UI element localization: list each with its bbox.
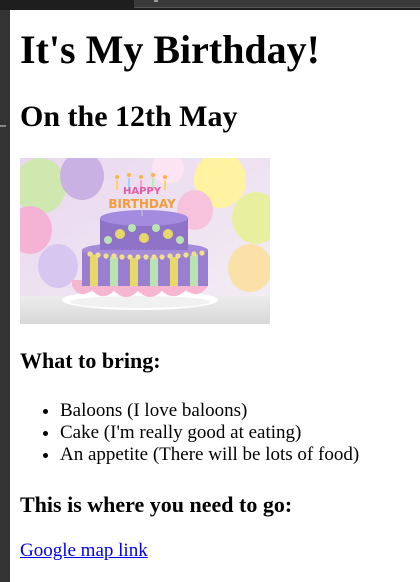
what-to-bring-heading: What to bring: bbox=[20, 348, 161, 373]
birthday-cake-image: HAPPY BIRTHDAY bbox=[20, 158, 270, 324]
page-date-heading: On the 12th May bbox=[20, 100, 238, 133]
browser-tab-strip[interactable] bbox=[134, 0, 420, 8]
cake-topper-text-line1: HAPPY bbox=[123, 186, 162, 197]
bring-list: Baloons (I love baloons) Cake (I'm reall… bbox=[20, 400, 359, 466]
editor-left-gutter bbox=[0, 10, 10, 582]
list-item: An appetite (There will be lots of food) bbox=[60, 444, 359, 466]
list-item: Cake (I'm really good at eating) bbox=[60, 422, 359, 444]
page-content: It's My Birthday! On the 12th May HAPPY … bbox=[10, 10, 420, 582]
browser-top-bar bbox=[0, 0, 420, 10]
where-to-go-heading: This is where you need to go: bbox=[20, 492, 293, 517]
gutter-marker bbox=[0, 125, 6, 127]
page-title: It's My Birthday! bbox=[20, 27, 320, 72]
list-item: Baloons (I love baloons) bbox=[60, 400, 359, 422]
google-map-link[interactable]: Google map link bbox=[20, 540, 148, 562]
